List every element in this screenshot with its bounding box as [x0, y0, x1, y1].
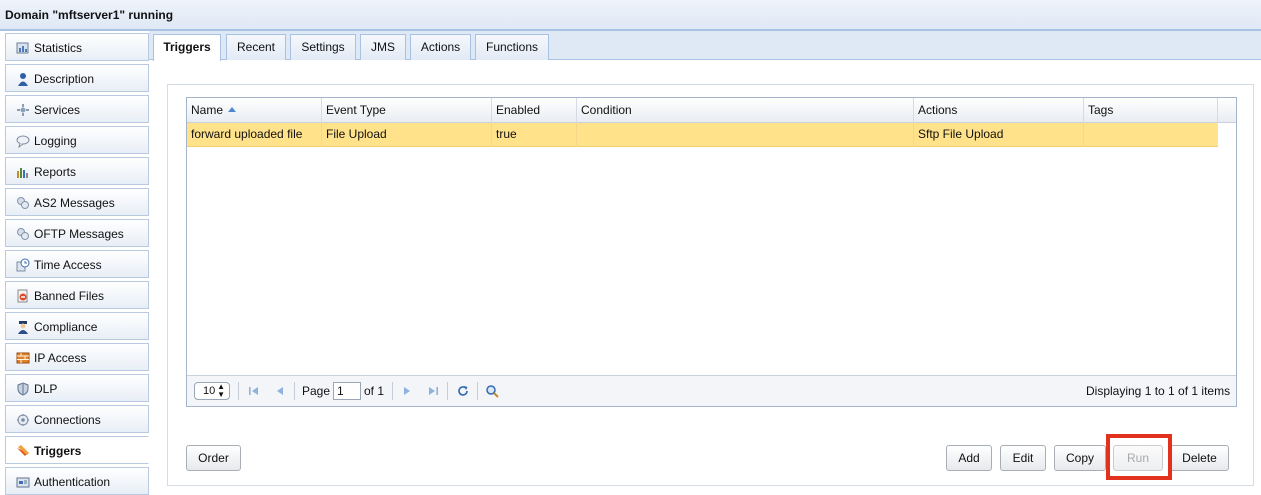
cell-tags: [1084, 123, 1218, 147]
sidebar-item-ip-access[interactable]: IP Access: [5, 343, 149, 371]
page-size-select[interactable]: 10 ▲ ▼: [194, 382, 230, 400]
window-title: Domain "mftserver1" running: [5, 8, 174, 22]
pager-separator: [392, 382, 393, 400]
tab-triggers[interactable]: Triggers: [153, 34, 221, 61]
clock-icon: [16, 258, 30, 272]
column-header-condition[interactable]: Condition: [577, 98, 914, 123]
page-number-input[interactable]: 1: [333, 382, 361, 400]
column-header-actions[interactable]: Actions: [914, 98, 1084, 123]
sidebar-item-authentication[interactable]: Authentication: [5, 467, 149, 495]
cell-condition: [577, 123, 914, 147]
tab-functions[interactable]: Functions: [475, 34, 549, 60]
messages-icon: [17, 228, 29, 240]
sidebar-item-statistics[interactable]: Statistics: [5, 33, 149, 61]
copy-button[interactable]: Copy: [1054, 445, 1106, 471]
sidebar-item-time-access[interactable]: Time Access: [5, 250, 149, 278]
column-header-tags[interactable]: Tags: [1084, 98, 1218, 123]
grid-header: Name Event Type Enabled Condition Action…: [187, 98, 1236, 123]
next-page-icon[interactable]: [400, 384, 414, 398]
cell-enabled: true: [492, 123, 577, 147]
bar-chart-icon: [17, 168, 28, 178]
sidebar-item-triggers[interactable]: Triggers: [5, 436, 149, 464]
column-header-name[interactable]: Name: [187, 98, 322, 123]
add-button[interactable]: Add: [946, 445, 992, 471]
tab-actions[interactable]: Actions: [410, 34, 471, 60]
previous-page-icon[interactable]: [273, 384, 287, 398]
sidebar-item-services[interactable]: Services: [5, 95, 149, 123]
sidebar-item-connections[interactable]: Connections: [5, 405, 149, 433]
first-page-icon[interactable]: [247, 384, 261, 398]
pager-separator: [447, 382, 448, 400]
refresh-icon[interactable]: [456, 384, 470, 398]
order-button[interactable]: Order: [186, 445, 241, 471]
sidebar-item-dlp[interactable]: DLP: [5, 374, 149, 402]
pager-separator: [294, 382, 295, 400]
pager-separator: [477, 382, 478, 400]
column-header-enabled[interactable]: Enabled: [492, 98, 577, 123]
services-icon: [17, 104, 29, 116]
highlight-box: [1106, 434, 1172, 480]
pager-separator: [238, 382, 239, 400]
trigger-icon: [17, 445, 29, 456]
sidebar-item-compliance[interactable]: Compliance: [5, 312, 149, 340]
sidebar-item-description[interactable]: Description: [5, 64, 149, 92]
triggers-grid: Name Event Type Enabled Condition Action…: [186, 97, 1237, 407]
person-icon: [18, 73, 28, 86]
cell-name: forward uploaded file: [187, 123, 322, 147]
authentication-icon: [16, 477, 30, 488]
connections-icon: [17, 414, 29, 426]
pagination-bar: 10 ▲ ▼ Page 1 of 1 Displaying 1 to 1 of 1 …: [187, 375, 1236, 406]
sidebar-item-logging[interactable]: Logging: [5, 126, 149, 154]
tab-recent[interactable]: Recent: [226, 34, 286, 60]
sidebar-item-as2-messages[interactable]: AS2 Messages: [5, 188, 149, 216]
delete-button[interactable]: Delete: [1170, 445, 1229, 471]
sidebar-item-banned-files[interactable]: Banned Files: [5, 281, 149, 309]
sort-ascending-icon: [228, 107, 237, 113]
shield-icon: [17, 382, 29, 396]
last-page-icon[interactable]: [426, 384, 440, 398]
table-row[interactable]: forward uploaded file File Upload true S…: [187, 123, 1218, 147]
officer-icon: [18, 321, 28, 334]
cell-event-type: File Upload: [322, 123, 492, 147]
speech-bubble-icon: [16, 135, 30, 148]
display-count-text: Displaying 1 to 1 of 1 items: [1086, 384, 1231, 398]
sidebar-item-oftp-messages[interactable]: OFTP Messages: [5, 219, 149, 247]
page-label: Page: [302, 384, 331, 398]
tab-jms[interactable]: JMS: [360, 34, 406, 60]
title-bar: Domain "mftserver1" running: [0, 0, 1261, 31]
column-header-event-type[interactable]: Event Type: [322, 98, 492, 123]
banned-file-icon: [17, 289, 28, 303]
select-arrows-icon: ▲ ▼: [217, 382, 225, 399]
search-icon[interactable]: [485, 384, 499, 398]
sidebar-item-reports[interactable]: Reports: [5, 157, 149, 185]
edit-button[interactable]: Edit: [1000, 445, 1046, 471]
tab-settings[interactable]: Settings: [290, 34, 356, 60]
firewall-icon: [16, 352, 30, 364]
messages-icon: [17, 197, 29, 209]
statistics-icon: [16, 42, 29, 54]
cell-actions: Sftp File Upload: [914, 123, 1084, 147]
tab-strip: Triggers Recent Settings JMS Actions Fun…: [149, 31, 1261, 61]
page-count-label: of 1: [364, 384, 385, 398]
